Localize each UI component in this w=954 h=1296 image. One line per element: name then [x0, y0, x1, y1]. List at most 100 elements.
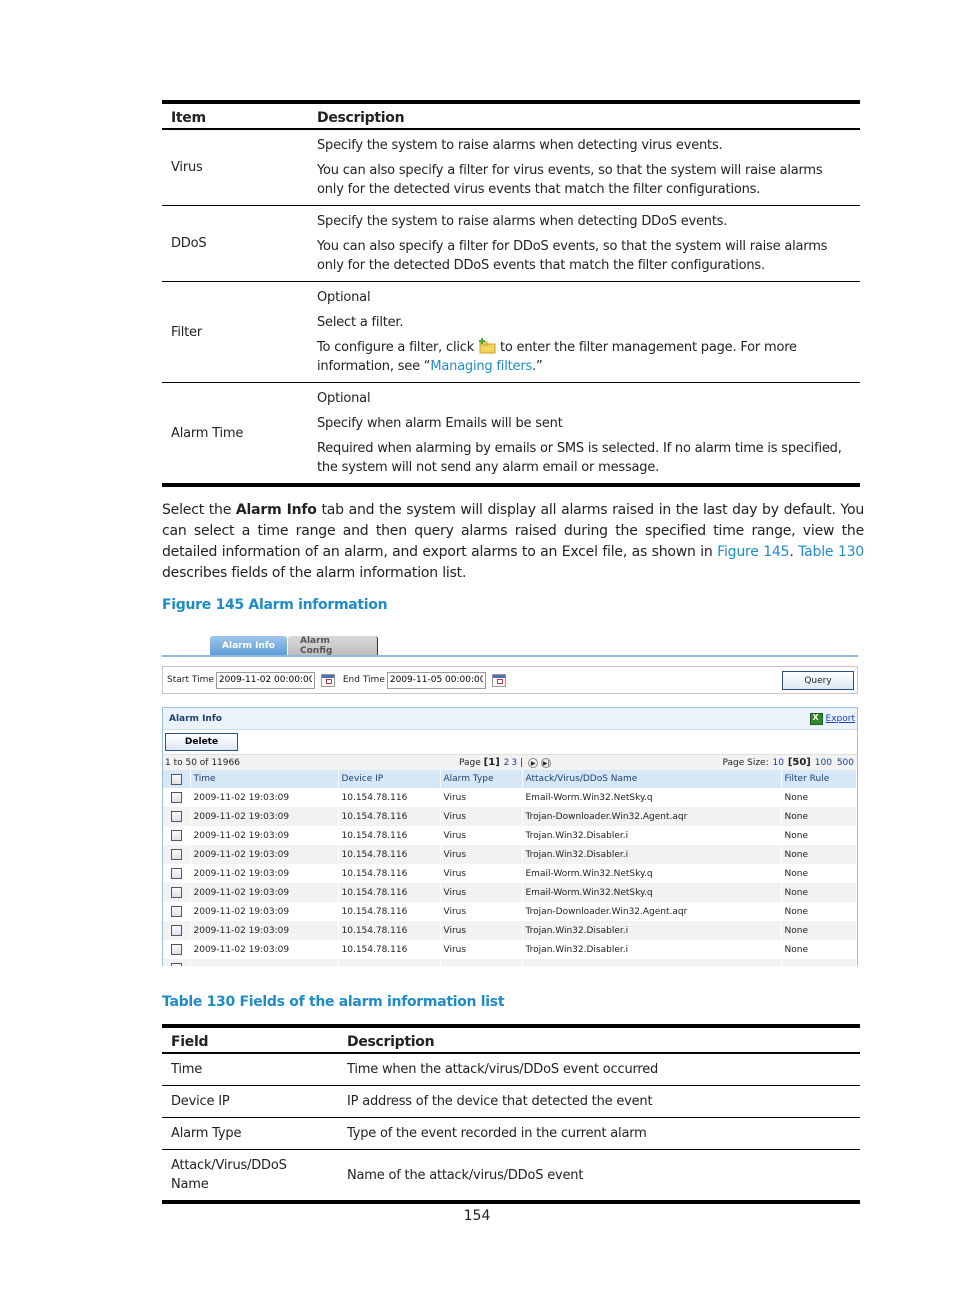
row-checkbox[interactable]: [170, 906, 182, 917]
row-checkbox[interactable]: [170, 792, 182, 803]
table-row[interactable]: 2009-11-02 19:03:09 10.154.78.116 Virus Tro…: [163, 940, 857, 959]
filter-rule-cell: None: [781, 883, 857, 902]
table-row[interactable]: 2009-11-02 19:03:09 10.154.78.116 Virus Tro…: [163, 921, 857, 940]
grid-body: 2009-11-02 19:03:09 10.154.78.116 Virus Ema…: [163, 788, 857, 966]
row-checkbox[interactable]: [170, 887, 182, 898]
export-label[interactable]: Export: [826, 714, 855, 724]
delete-button[interactable]: Delete: [165, 733, 238, 751]
col-filter-rule[interactable]: Filter Rule: [781, 770, 857, 788]
query-button[interactable]: Query: [782, 671, 854, 690]
device-ip-cell: 10.154.78.116: [338, 788, 441, 807]
item-cell: Filter: [162, 281, 308, 383]
table-row[interactable]: 2009-11-02 19:03:09 10.154.78.116 Virus Ema…: [163, 788, 857, 807]
alarm-type-cell: Virus: [440, 902, 523, 921]
table-row[interactable]: 2009-11-02 19:03:09 10.154.78.116 Virus Tro…: [163, 845, 857, 864]
row-checkbox[interactable]: [170, 868, 182, 879]
device-ip-cell: 10.154.78.116: [338, 807, 441, 826]
col-header-item: Item: [162, 102, 308, 130]
table-row[interactable]: 2009-11-02 19:03:09 10.154.78.116 Virus Tro…: [163, 826, 857, 845]
table-row[interactable]: 2009-11-02 19:03:09 10.154.78.116 Virus Tro…: [163, 902, 857, 921]
table-row[interactable]: 2009-11-02 19:03:09 10.154.78.116 Virus Tro…: [163, 807, 857, 826]
description-line: Optional: [317, 290, 371, 305]
row-checkbox[interactable]: [170, 963, 182, 966]
item-cell: Virus: [162, 129, 308, 206]
row-checkbox-cell: [163, 921, 191, 940]
page-size: Page Size: 10 [50] 100 500: [722, 757, 855, 768]
row-checkbox-cell: [163, 864, 191, 883]
calendar-icon[interactable]: [320, 673, 335, 687]
table-row[interactable]: 2009-11-02 19:03:09 10.154.78.116 Virus Ema…: [163, 864, 857, 883]
row-checkbox[interactable]: [170, 849, 182, 860]
table-row: DDoS Specify the system to raise alarms …: [162, 205, 860, 282]
start-time-input[interactable]: [215, 671, 315, 689]
start-time-label: Start Time: [167, 675, 214, 685]
field-cell: Alarm Type: [162, 1117, 338, 1150]
page-size-option[interactable]: 10: [772, 758, 783, 768]
figure-link[interactable]: Figure 145: [717, 544, 789, 560]
add-folder-icon: [478, 338, 496, 354]
col-attack-name[interactable]: Attack/Virus/DDoS Name: [522, 770, 782, 788]
field-cell: Device IP: [162, 1085, 338, 1118]
page-size-option[interactable]: 500: [837, 758, 854, 768]
pagination-bar: 1 to 50 of 11966 Page [1] 2 3 | ▶ ▶| Pag…: [163, 754, 857, 770]
filter-rule-cell: None: [781, 845, 857, 864]
tab-bar: Alarm Info Alarm Config: [210, 636, 378, 656]
device-ip-cell: 10.154.78.116: [338, 864, 441, 883]
attack-name-cell: Trojan-Downloader.Win32.Agent.aqr: [522, 807, 782, 826]
last-page-icon[interactable]: ▶|: [541, 757, 552, 768]
row-checkbox[interactable]: [170, 811, 182, 822]
calendar-icon[interactable]: [491, 673, 506, 687]
page-size-option[interactable]: 100: [815, 758, 832, 768]
description-line: Specify the system to raise alarms when …: [317, 214, 728, 229]
field-cell: Attack/Virus/DDoS Name: [162, 1149, 338, 1204]
description-cell: Name of the attack/virus/DDoS event: [338, 1149, 860, 1204]
time-cell: 2009-11-02 19:03:09: [190, 826, 339, 845]
tab-alarm-config[interactable]: Alarm Config: [288, 636, 378, 656]
alarm-type-cell: Virus: [440, 883, 523, 902]
description-line: To configure a filter, click to enter th…: [317, 338, 851, 376]
attack-name-cell: Trojan.Win32.Disabler.i: [522, 845, 782, 864]
select-all-checkbox[interactable]: [170, 773, 182, 785]
row-checkbox[interactable]: [170, 944, 182, 955]
export-link[interactable]: Export: [809, 712, 855, 725]
alarm-type-cell: Virus: [440, 826, 523, 845]
table-row: Virus Specify the system to raise alarms…: [162, 129, 860, 206]
row-checkbox-cell: [163, 940, 191, 959]
time-filter-bar: Start Time End Time Query: [162, 666, 858, 694]
next-page-icon[interactable]: ▶: [528, 757, 539, 768]
filter-rule-cell: None: [781, 921, 857, 940]
description-cell: IP address of the device that detected t…: [338, 1085, 860, 1118]
alarm-type-cell: Virus: [440, 921, 523, 940]
row-checkbox[interactable]: [170, 830, 182, 841]
attack-name-cell: Email-Worm.Win32.NetSky.q: [522, 883, 782, 902]
item-cell: Alarm Time: [162, 382, 308, 487]
description-cell: Optional Specify when alarm Emails will …: [308, 382, 860, 487]
table-row: Device IP IP address of the device that …: [162, 1085, 860, 1118]
row-checkbox-cell: [163, 788, 191, 807]
tab-alarm-info[interactable]: Alarm Info: [210, 636, 287, 656]
table-row: Alarm Type Type of the event recorded in…: [162, 1117, 860, 1150]
text: Select the: [162, 502, 236, 518]
row-checkbox-cell: [163, 959, 191, 966]
tab-underline: [162, 655, 858, 657]
text: describes fields of the alarm informatio…: [162, 565, 467, 581]
row-checkbox-cell: [163, 902, 191, 921]
current-page: [1]: [483, 757, 500, 768]
text: To configure a filter, click: [317, 340, 475, 355]
filter-rule-cell: None: [781, 864, 857, 883]
col-alarm-type[interactable]: Alarm Type: [440, 770, 523, 788]
attack-name-cell: Trojan.Win32.Disabler.i: [522, 921, 782, 940]
row-checkbox[interactable]: [170, 925, 182, 936]
table-row[interactable]: 2009-11-02 19:03:09 10.154.78.116 Virus Ema…: [163, 883, 857, 902]
managing-filters-link[interactable]: Managing filters: [430, 359, 532, 374]
time-cell: 2009-11-02 19:03:09: [190, 883, 339, 902]
description-line: You can also specify a filter for virus …: [317, 163, 823, 197]
table-link[interactable]: Table 130: [798, 544, 864, 560]
alarm-type-cell: Virus: [440, 864, 523, 883]
col-device-ip[interactable]: Device IP: [338, 770, 441, 788]
col-time[interactable]: Time: [190, 770, 339, 788]
page-link[interactable]: 2: [504, 758, 510, 768]
row-checkbox-cell: [163, 807, 191, 826]
page-link[interactable]: 3: [511, 758, 517, 768]
end-time-input[interactable]: [386, 671, 486, 689]
